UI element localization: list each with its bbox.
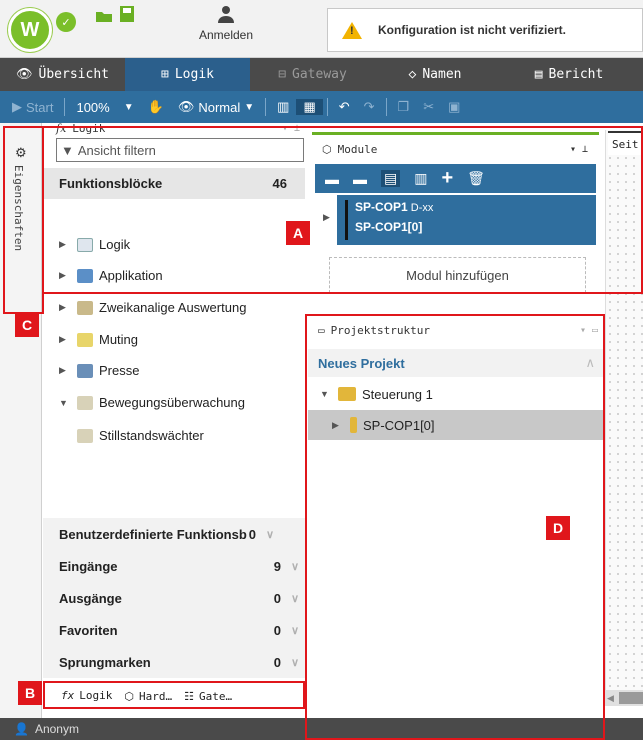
tab-logik[interactable]: ⊞ Logik	[125, 58, 250, 91]
section-favoriten[interactable]: Favoriten 0 ∨	[43, 614, 305, 646]
standstill-icon	[77, 428, 93, 443]
callout-frame-a	[42, 126, 643, 294]
tag-icon: ◇	[408, 67, 417, 82]
warning-banner: ! Konfiguration ist nicht verifiziert.	[327, 8, 643, 52]
report-icon: ▤	[534, 67, 543, 82]
expand-icon: ▶	[59, 334, 66, 344]
chevron-down-icon: ▼	[123, 101, 134, 113]
section-benutzerdefiniert[interactable]: Benutzerdefinierte Funktionsb 0 ∨	[43, 518, 305, 550]
tab-uebersicht[interactable]: 👁 Übersicht	[0, 58, 125, 91]
undo-icon[interactable]: ↶	[332, 99, 357, 115]
tab-gateway[interactable]: ⊟ Gateway	[250, 58, 375, 91]
expand-icon: ▶	[59, 302, 66, 312]
paste-icon[interactable]: ▣	[441, 99, 467, 115]
callout-label-c: C	[15, 313, 39, 337]
warning-text: Konfiguration ist nicht verifiziert.	[378, 23, 567, 37]
callout-label-d: D	[546, 516, 570, 540]
top-bar: W ✓ Anmelden ! Konfiguration ist nicht v…	[0, 0, 643, 58]
folder-open-icon[interactable]	[96, 8, 114, 29]
login-button[interactable]: Anmelden	[186, 5, 266, 53]
start-button[interactable]: ▶ Start	[0, 99, 60, 115]
motion-icon	[77, 395, 93, 410]
gateway-icon: ⊟	[278, 67, 287, 82]
copy-icon[interactable]: ❐	[391, 99, 417, 115]
chevron-down-icon: ∨	[290, 656, 299, 669]
muting-icon	[77, 332, 93, 347]
view-mode-select[interactable]: 👁 Normal ▼	[171, 99, 261, 115]
chevron-down-icon[interactable]: ✓	[56, 12, 76, 32]
section-sprungmarken[interactable]: Sprungmarken 0 ∨	[43, 646, 305, 678]
horizontal-scrollbar[interactable]: ◀	[605, 690, 643, 706]
callout-frame-b	[43, 681, 305, 709]
dual-channel-icon	[77, 300, 93, 315]
user-icon	[186, 5, 266, 28]
group-muting[interactable]: ▶ Muting	[43, 324, 305, 355]
tab-bericht[interactable]: ▤ Bericht	[495, 58, 643, 91]
play-icon: ▶	[12, 99, 22, 114]
group-bewegung[interactable]: ▼ Bewegungsüberwachung	[43, 387, 305, 418]
main-nav: 👁 Übersicht ⊞ Logik ⊟ Gateway ◇ Namen ▤ Beric…	[0, 58, 643, 91]
tab-namen[interactable]: ◇ Namen	[375, 58, 495, 91]
block-stillstand[interactable]: Stillstandswächter	[43, 420, 305, 451]
logic-icon: ⊞	[161, 67, 169, 82]
zoom-select[interactable]: 100% ▼	[69, 100, 140, 115]
redo-icon[interactable]: ↷	[357, 99, 382, 115]
app-logo[interactable]: W	[8, 8, 52, 52]
callout-label-a: A	[286, 221, 310, 245]
callout-frame-c	[3, 126, 44, 314]
eye-icon: 👁	[16, 67, 33, 82]
chevron-down-icon: ▼	[244, 101, 255, 113]
warning-icon: !	[342, 21, 362, 39]
section-eingaenge[interactable]: Eingänge 9 ∨	[43, 550, 305, 582]
align-icon[interactable]: ▥	[270, 99, 296, 115]
user-icon: 👤	[14, 722, 29, 736]
eye-icon: 👁	[177, 99, 195, 114]
pan-hand-icon[interactable]: ✋	[141, 99, 171, 115]
grid-icon[interactable]: ▦	[296, 99, 323, 115]
save-icon[interactable]	[120, 6, 134, 27]
login-label: Anmelden	[198, 28, 254, 42]
chevron-down-icon: ∨	[290, 592, 299, 605]
press-icon	[77, 363, 93, 378]
chevron-down-icon: ∨	[290, 560, 299, 573]
collapse-icon: ▼	[59, 397, 68, 408]
chevron-down-icon: ∨	[266, 528, 275, 541]
group-presse[interactable]: ▶ Presse	[43, 355, 305, 386]
group-zweikanalig[interactable]: ▶ Zweikanalige Auswertung	[43, 292, 305, 323]
expand-icon: ▶	[59, 365, 66, 375]
cut-icon[interactable]: ✂	[416, 99, 441, 115]
chevron-down-icon: ∨	[290, 624, 299, 637]
callout-label-b: B	[18, 681, 42, 705]
section-ausgaenge[interactable]: Ausgänge 0 ∨	[43, 582, 305, 614]
